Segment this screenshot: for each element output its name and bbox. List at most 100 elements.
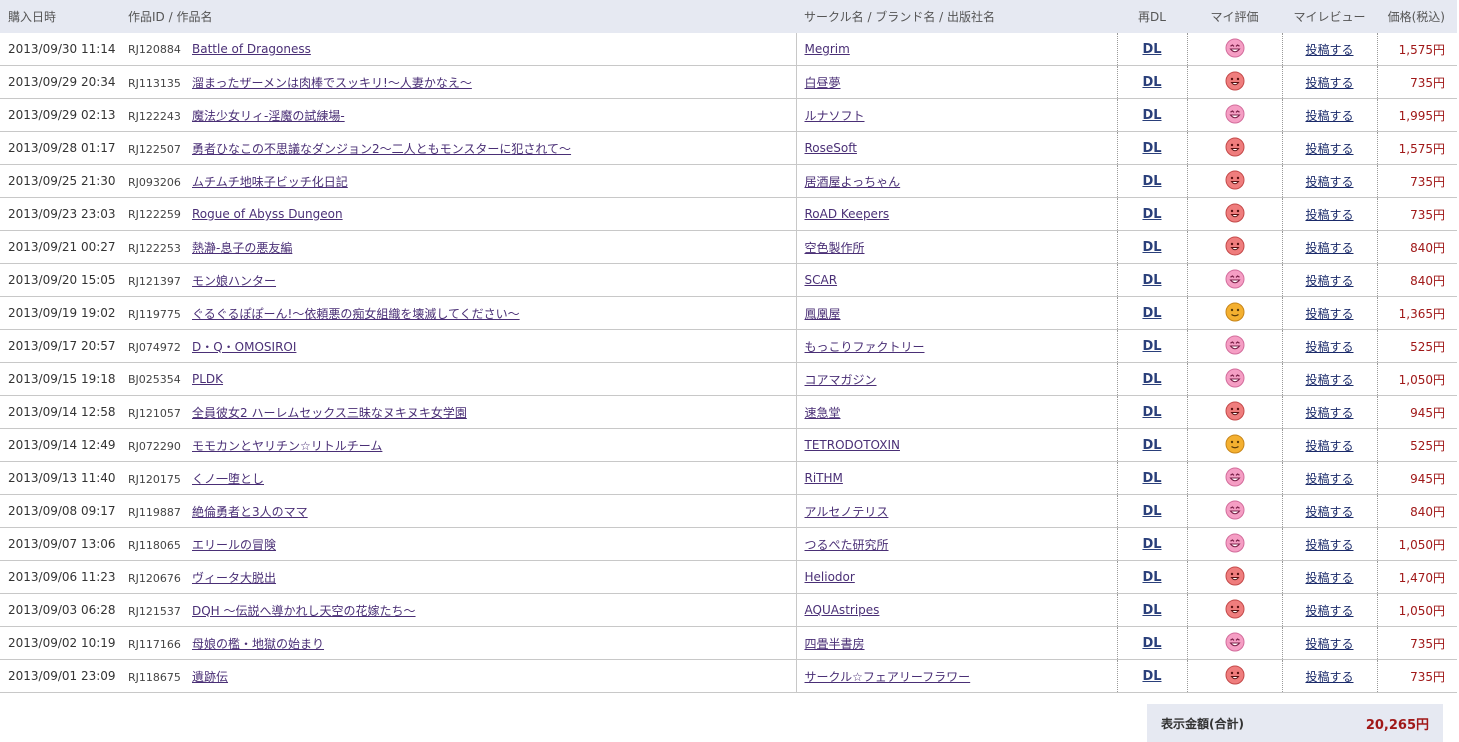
circle-name-link[interactable]: ルナソフト	[805, 109, 865, 123]
circle-name-link[interactable]: アルセノテリス	[805, 505, 889, 519]
table-row: 2013/09/20 15:05 RJ121397 モン娘ハンター SCAR DL 投稿す…	[0, 263, 1457, 297]
post-review-link[interactable]: 投稿する	[1305, 241, 1353, 255]
circle-name-link[interactable]: つるぺた研究所	[805, 538, 889, 552]
redownload-link[interactable]: DL	[1142, 504, 1161, 519]
post-review-link[interactable]: 投稿する	[1305, 670, 1353, 684]
redownload-link[interactable]: DL	[1142, 438, 1161, 453]
work-title-link[interactable]: 熱瀞-息子の悪友編	[192, 241, 292, 255]
price: 1,050円	[1377, 362, 1457, 396]
table-row: 2013/09/21 00:27 RJ122253 熱瀞-息子の悪友編 空色製作所 DL…	[0, 230, 1457, 264]
work-title-link[interactable]: 母娘の檻・地獄の始まり	[192, 637, 324, 651]
redownload-link[interactable]: DL	[1142, 306, 1161, 321]
work-id: RJ072290	[128, 439, 181, 453]
circle-name-link[interactable]: 四畳半書房	[805, 637, 865, 651]
work-title-link[interactable]: モモカンとヤリチン☆リトルチーム	[192, 439, 382, 453]
post-review-link[interactable]: 投稿する	[1305, 340, 1353, 354]
rating-cell	[1187, 98, 1283, 132]
redownload-link[interactable]: DL	[1142, 42, 1161, 57]
circle-name-link[interactable]: 居酒屋よっちゃん	[805, 175, 901, 189]
post-review-link[interactable]: 投稿する	[1305, 274, 1353, 288]
redownload-link[interactable]: DL	[1142, 75, 1161, 90]
post-review-link[interactable]: 投稿する	[1305, 373, 1353, 387]
circle-name-link[interactable]: RiTHM	[805, 471, 843, 485]
redownload-link[interactable]: DL	[1142, 570, 1161, 585]
work-id: RJ122259	[128, 208, 181, 221]
work-title-link[interactable]: ぐるぐるぽぽーん!～依頼悪の痴女組織を壊滅してください～	[192, 307, 520, 321]
circle-name-link[interactable]: AQUAstripes	[805, 603, 880, 617]
redownload-link[interactable]: DL	[1142, 141, 1161, 156]
redownload-link[interactable]: DL	[1142, 108, 1161, 123]
circle-name-link[interactable]: RoseSoft	[805, 141, 857, 155]
work-title-link[interactable]: 絶倫勇者と3人のママ	[192, 505, 308, 519]
post-review-link[interactable]: 投稿する	[1305, 406, 1353, 420]
work-title-link[interactable]: 全員彼女2 ハーレムセックス三昧なヌキヌキ女学園	[192, 406, 467, 420]
post-review-link[interactable]: 投稿する	[1305, 439, 1353, 453]
work-title-link[interactable]: Battle of Dragoness	[192, 42, 311, 56]
work-title-link[interactable]: DQH ～伝説へ導かれし天空の花嫁たち～	[192, 604, 416, 618]
redownload-link[interactable]: DL	[1142, 273, 1161, 288]
post-review-link[interactable]: 投稿する	[1305, 538, 1353, 552]
circle-name-link[interactable]: TETRODOTOXIN	[805, 438, 900, 452]
post-review-link[interactable]: 投稿する	[1305, 76, 1353, 90]
work-title-link[interactable]: Rogue of Abyss Dungeon	[192, 207, 343, 221]
work-title-link[interactable]: D・Q・OMOSIROI	[192, 340, 296, 354]
redownload-link[interactable]: DL	[1142, 339, 1161, 354]
review-cell: 投稿する	[1282, 560, 1378, 594]
work-title-link[interactable]: 遺跡伝	[192, 670, 228, 684]
work-title-link[interactable]: くノ一堕とし	[192, 472, 264, 486]
circle-name-link[interactable]: 速急堂	[805, 406, 841, 420]
redownload-link[interactable]: DL	[1142, 405, 1161, 420]
post-review-link[interactable]: 投稿する	[1305, 109, 1353, 123]
post-review-link[interactable]: 投稿する	[1305, 571, 1353, 585]
pink-grin-face-icon	[1225, 368, 1245, 391]
post-review-link[interactable]: 投稿する	[1305, 505, 1353, 519]
circle-name-link[interactable]: 鳳凰屋	[805, 307, 841, 321]
redownload-link[interactable]: DL	[1142, 471, 1161, 486]
work-title-link[interactable]: エリールの冒険	[192, 538, 276, 552]
circle-name-link[interactable]: 空色製作所	[805, 241, 865, 255]
work-title-link[interactable]: ムチムチ地味子ビッチ化日記	[192, 175, 348, 189]
circle-name-link[interactable]: もっこりファクトリー	[805, 340, 925, 354]
work-id: RJ119887	[128, 505, 181, 519]
redownload-link[interactable]: DL	[1142, 669, 1161, 684]
circle-name-link[interactable]: サークル☆フェアリーフラワー	[805, 670, 971, 684]
post-review-link[interactable]: 投稿する	[1305, 175, 1353, 189]
post-review-link[interactable]: 投稿する	[1305, 43, 1353, 57]
review-cell: 投稿する	[1282, 131, 1378, 165]
post-review-link[interactable]: 投稿する	[1305, 307, 1353, 321]
circle-cell: ルナソフト	[796, 98, 1118, 132]
redownload-cell: DL	[1117, 362, 1188, 396]
redownload-link[interactable]: DL	[1142, 537, 1161, 552]
purchase-date: 2013/09/15 19:18	[0, 362, 120, 396]
total-summary: 表示金額(合計) 20,265円	[1147, 704, 1443, 742]
circle-name-link[interactable]: 白昼夢	[805, 76, 841, 90]
work-title-link[interactable]: 溜まったザーメンは肉棒でスッキリ!～人妻かなえ～	[192, 76, 472, 90]
rating-cell	[1187, 33, 1283, 66]
redownload-link[interactable]: DL	[1142, 174, 1161, 189]
circle-name-link[interactable]: Heliodor	[805, 570, 855, 584]
work-title-link[interactable]: 魔法少女リィ-淫魔の試練場-	[192, 109, 345, 123]
work-id: RJ120676	[128, 571, 181, 585]
circle-name-link[interactable]: SCAR	[805, 273, 838, 287]
redownload-link[interactable]: DL	[1142, 372, 1161, 387]
post-review-link[interactable]: 投稿する	[1305, 472, 1353, 486]
rating-cell	[1187, 131, 1283, 165]
redownload-link[interactable]: DL	[1142, 636, 1161, 651]
redownload-link[interactable]: DL	[1142, 207, 1161, 222]
post-review-link[interactable]: 投稿する	[1305, 142, 1353, 156]
work-title-link[interactable]: モン娘ハンター	[192, 274, 276, 288]
post-review-link[interactable]: 投稿する	[1305, 604, 1353, 618]
redownload-link[interactable]: DL	[1142, 603, 1161, 618]
rating-cell	[1187, 494, 1283, 528]
work-title-link[interactable]: PLDK	[192, 372, 223, 386]
redownload-cell: DL	[1117, 230, 1188, 264]
work-title-link[interactable]: ヴィータ大脱出	[192, 571, 276, 585]
redownload-link[interactable]: DL	[1142, 240, 1161, 255]
post-review-link[interactable]: 投稿する	[1305, 208, 1353, 222]
post-review-link[interactable]: 投稿する	[1305, 637, 1353, 651]
circle-name-link[interactable]: コアマガジン	[805, 373, 877, 387]
circle-name-link[interactable]: RoAD Keepers	[805, 207, 890, 221]
circle-name-link[interactable]: Megrim	[805, 42, 850, 56]
purchase-date: 2013/09/25 21:30	[0, 164, 120, 198]
work-title-link[interactable]: 勇者ひなこの不思議なダンジョン2～二人ともモンスターに犯されて～	[192, 142, 571, 156]
